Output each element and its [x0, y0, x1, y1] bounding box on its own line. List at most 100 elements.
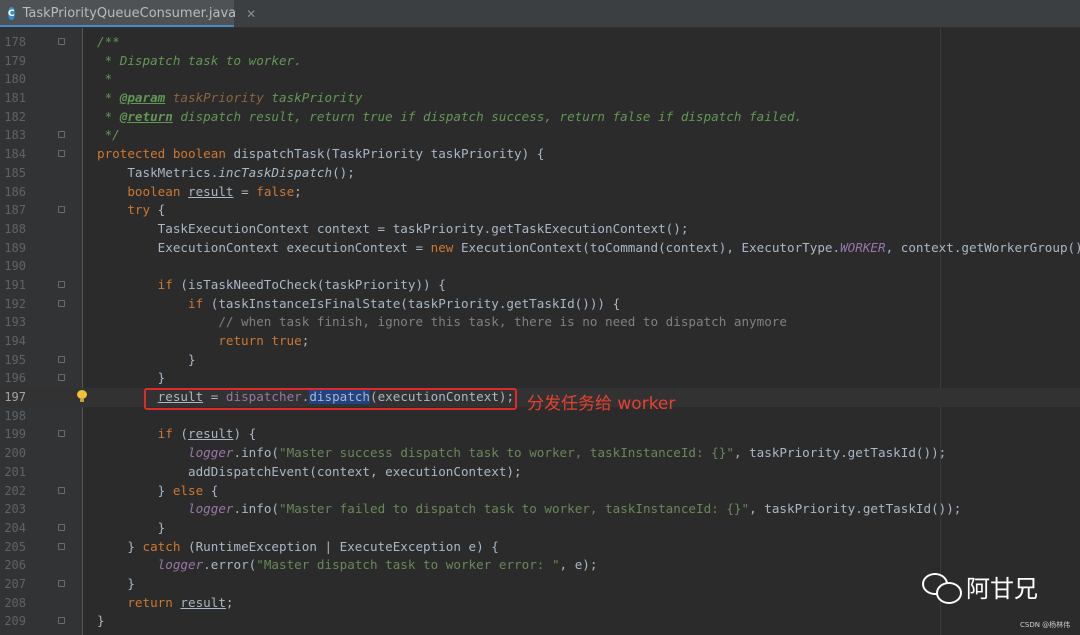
code-token: ; [225, 594, 234, 610]
code-token: dispatchTask(TaskPriority taskPriority) … [233, 146, 545, 162]
fold-marker-icon[interactable] [58, 617, 65, 625]
line-number: 182 [4, 109, 26, 124]
fold-marker-icon[interactable] [58, 38, 65, 45]
code-token: ) { [233, 426, 257, 442]
code-text: * [97, 70, 113, 89]
code-text: } catch (RuntimeException | ExecuteExcep… [97, 538, 499, 557]
fold-marker-icon[interactable] [58, 523, 65, 531]
code-text: return true; [97, 332, 309, 351]
line-number: 209 [4, 614, 26, 629]
code-line[interactable]: 183 */ [0, 126, 1080, 145]
close-tab-icon[interactable]: ✕ [246, 7, 256, 21]
code-line[interactable]: 190 [0, 257, 1080, 276]
code-line[interactable]: 204 } [0, 519, 1080, 538]
code-line[interactable]: 196 } [0, 369, 1080, 388]
code-token: "Master failed to dispatch task to worke… [279, 501, 750, 517]
fold-marker-icon[interactable] [58, 299, 65, 307]
code-line[interactable]: 189 ExecutionContext executionContext = … [0, 239, 1080, 258]
code-editor[interactable]: 178 /** 179 * Dispatch task to worker. 180 … [0, 33, 1080, 631]
code-line[interactable]: 188 TaskExecutionContext context = taskP… [0, 220, 1080, 239]
fold-marker-icon[interactable] [58, 486, 65, 494]
fold-marker-icon[interactable] [58, 355, 65, 363]
code-line[interactable]: 192 if (taskInstanceIsFinalState(taskPri… [0, 295, 1080, 314]
code-line[interactable]: 185 TaskMetrics.incTaskDispatch(); [0, 164, 1080, 183]
code-line[interactable]: 201 addDispatchEvent(context, executionC… [0, 463, 1080, 482]
code-line[interactable]: 182 * @return dispatch result, return tr… [0, 108, 1080, 127]
code-line[interactable]: 180 * [0, 70, 1080, 89]
code-token: TaskMetrics. [97, 164, 219, 180]
code-token: { [157, 202, 166, 218]
code-text: } else { [97, 482, 219, 501]
fold-marker-icon[interactable] [58, 430, 65, 438]
code-line[interactable]: 209} [0, 612, 1080, 631]
code-token: logger [188, 445, 234, 461]
code-text: // when task finish, ignore this task, t… [97, 313, 787, 332]
line-number: 195 [4, 352, 26, 367]
fold-marker-icon[interactable] [58, 579, 65, 587]
fold-marker-icon[interactable] [58, 131, 65, 139]
lightbulb-icon[interactable] [77, 390, 87, 403]
line-number: 199 [4, 427, 26, 442]
code-token: ExecutionContext(toCommand(context), Exe… [460, 239, 841, 255]
code-line[interactable]: 186 boolean result = false; [0, 183, 1080, 202]
wechat-icon [922, 571, 962, 604]
code-line[interactable]: 200 logger.info("Master success dispatch… [0, 444, 1080, 463]
code-token: @return [119, 108, 173, 124]
line-number: 203 [4, 502, 26, 517]
code-line[interactable]: 195 } [0, 351, 1080, 370]
line-number: 185 [4, 165, 26, 180]
code-token: ; [301, 333, 310, 348]
code-line[interactable]: 179 * Dispatch task to worker. [0, 52, 1080, 71]
code-text: logger.info("Master failed to dispatch t… [97, 500, 961, 519]
code-text: /** [97, 33, 120, 52]
code-line[interactable]: 199 if (result) { [0, 425, 1080, 444]
tab-task-priority-queue-consumer[interactable]: C TaskPriorityQueueConsumer.java ✕ [0, 0, 256, 27]
code-line[interactable]: 207 } [0, 575, 1080, 594]
code-text: } [97, 351, 196, 370]
code-line[interactable]: 187 try { [0, 201, 1080, 220]
fold-marker-icon[interactable] [58, 150, 65, 158]
code-token: boolean [97, 183, 188, 199]
code-text: logger.info("Master success dispatch tas… [97, 444, 946, 463]
code-line[interactable]: 191 if (isTaskNeedToCheck(taskPriority))… [0, 276, 1080, 295]
code-line[interactable]: 193 // when task finish, ignore this tas… [0, 313, 1080, 332]
line-number: 204 [4, 520, 26, 535]
code-line[interactable]: 181 * @param taskPriority taskPriority [0, 89, 1080, 108]
code-text: TaskExecutionContext context = taskPrior… [97, 220, 689, 239]
code-token: * [97, 108, 120, 124]
fold-marker-icon[interactable] [58, 206, 65, 214]
line-number: 180 [4, 72, 26, 87]
watermark-credit: CSDN @杨林伟 [1020, 621, 1071, 629]
code-line[interactable]: 206 logger.error("Master dispatch task t… [0, 556, 1080, 575]
code-token: ; [294, 183, 302, 199]
code-token: taskPriority [172, 90, 264, 106]
code-token: } [97, 351, 196, 367]
line-number: 205 [4, 539, 26, 554]
code-line[interactable]: 203 logger.info("Master failed to dispat… [0, 500, 1080, 519]
line-number: 178 [4, 35, 26, 49]
code-token: } [97, 482, 173, 498]
code-text: */ [97, 126, 120, 145]
code-line[interactable]: 194 return true; [0, 332, 1080, 351]
fold-marker-icon[interactable] [58, 280, 65, 288]
tab-label: TaskPriorityQueueConsumer.java [22, 6, 237, 21]
code-token: TaskExecutionContext context = taskPrior… [97, 220, 689, 236]
code-token: (RuntimeException | ExecuteException e) … [188, 538, 499, 554]
code-line[interactable]: 202 } else { [0, 482, 1080, 501]
code-line[interactable]: 205 } catch (RuntimeException | ExecuteE… [0, 538, 1080, 557]
code-token: (isTaskNeedToCheck(taskPriority)) { [180, 276, 446, 292]
line-number: 187 [4, 203, 26, 218]
line-number: 190 [4, 259, 26, 274]
code-line[interactable]: 184 protected boolean dispatchTask(TaskPr… [0, 145, 1080, 164]
code-line[interactable]: 208 return result; [0, 594, 1080, 613]
fold-marker-icon[interactable] [58, 542, 65, 550]
code-text: } [97, 575, 135, 594]
code-text: * @param taskPriority taskPriority [97, 89, 363, 108]
fold-marker-icon[interactable] [58, 374, 65, 382]
code-line[interactable]: 178 /** [0, 33, 1080, 52]
line-number: 181 [4, 91, 26, 106]
code-text: } [97, 519, 166, 538]
